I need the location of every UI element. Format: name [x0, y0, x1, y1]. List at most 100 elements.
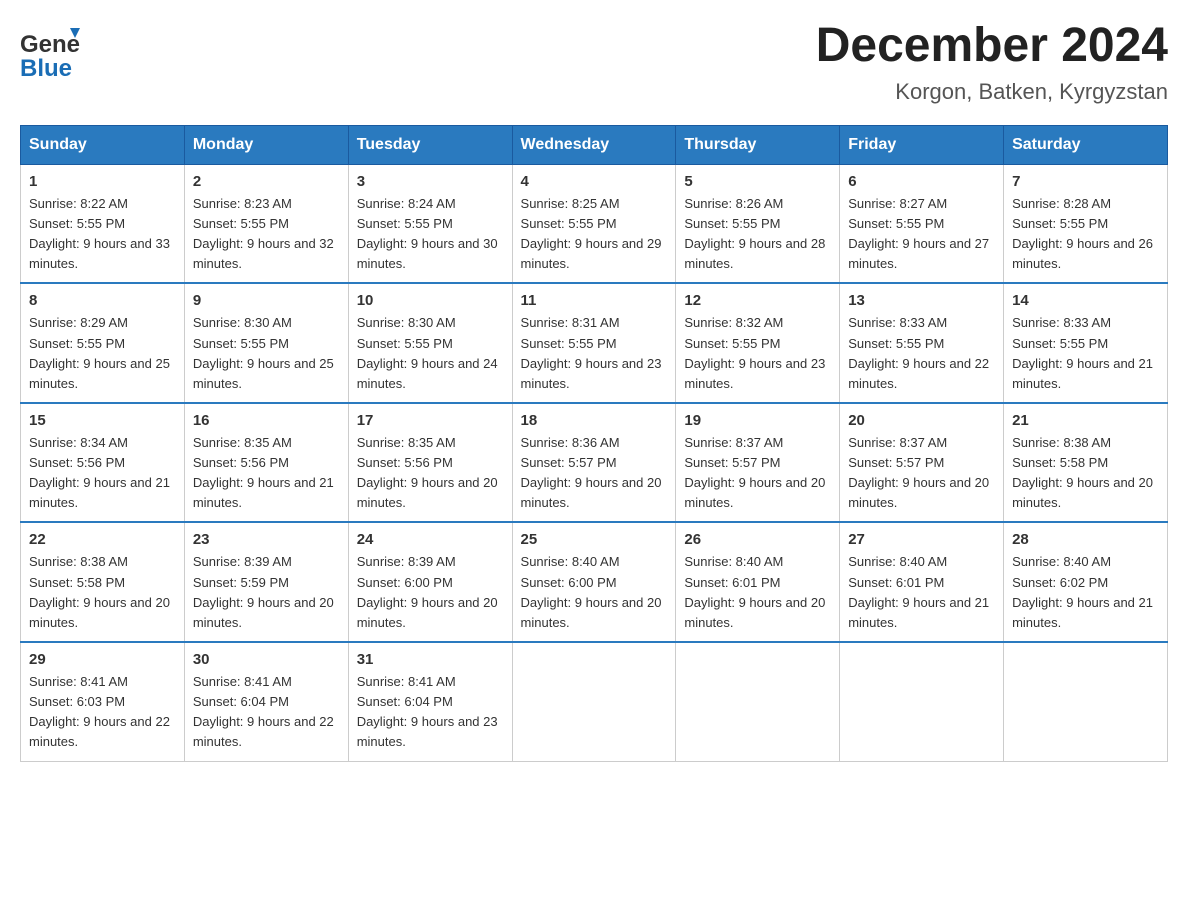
day-number: 30 [193, 651, 340, 668]
weekday-header-tuesday: Tuesday [348, 125, 512, 164]
calendar-cell: 3 Sunrise: 8:24 AM Sunset: 5:55 PM Dayli… [348, 164, 512, 283]
day-number: 8 [29, 292, 176, 309]
day-info: Sunrise: 8:31 AM Sunset: 5:55 PM Dayligh… [521, 313, 668, 394]
day-number: 28 [1012, 531, 1159, 548]
calendar-cell [512, 642, 676, 761]
day-number: 13 [848, 292, 995, 309]
calendar-cell: 24 Sunrise: 8:39 AM Sunset: 6:00 PM Dayl… [348, 522, 512, 642]
day-number: 23 [193, 531, 340, 548]
day-number: 6 [848, 173, 995, 190]
calendar-cell: 19 Sunrise: 8:37 AM Sunset: 5:57 PM Dayl… [676, 403, 840, 523]
week-row-4: 22 Sunrise: 8:38 AM Sunset: 5:58 PM Dayl… [21, 522, 1168, 642]
day-info: Sunrise: 8:33 AM Sunset: 5:55 PM Dayligh… [848, 313, 995, 394]
day-info: Sunrise: 8:29 AM Sunset: 5:55 PM Dayligh… [29, 313, 176, 394]
day-info: Sunrise: 8:32 AM Sunset: 5:55 PM Dayligh… [684, 313, 831, 394]
day-number: 31 [357, 651, 504, 668]
title-section: December 2024 Korgon, Batken, Kyrgyzstan [816, 20, 1168, 105]
weekday-header-thursday: Thursday [676, 125, 840, 164]
calendar-cell [676, 642, 840, 761]
calendar-cell: 13 Sunrise: 8:33 AM Sunset: 5:55 PM Dayl… [840, 283, 1004, 403]
day-number: 1 [29, 173, 176, 190]
day-info: Sunrise: 8:30 AM Sunset: 5:55 PM Dayligh… [357, 313, 504, 394]
day-info: Sunrise: 8:41 AM Sunset: 6:03 PM Dayligh… [29, 672, 176, 753]
calendar-cell: 15 Sunrise: 8:34 AM Sunset: 5:56 PM Dayl… [21, 403, 185, 523]
calendar-cell: 11 Sunrise: 8:31 AM Sunset: 5:55 PM Dayl… [512, 283, 676, 403]
calendar-cell: 12 Sunrise: 8:32 AM Sunset: 5:55 PM Dayl… [676, 283, 840, 403]
day-info: Sunrise: 8:23 AM Sunset: 5:55 PM Dayligh… [193, 194, 340, 275]
logo: General Blue [20, 20, 80, 90]
day-number: 3 [357, 173, 504, 190]
calendar-cell: 23 Sunrise: 8:39 AM Sunset: 5:59 PM Dayl… [184, 522, 348, 642]
week-row-5: 29 Sunrise: 8:41 AM Sunset: 6:03 PM Dayl… [21, 642, 1168, 761]
calendar-cell: 4 Sunrise: 8:25 AM Sunset: 5:55 PM Dayli… [512, 164, 676, 283]
svg-text:General: General [20, 31, 80, 58]
calendar-cell: 21 Sunrise: 8:38 AM Sunset: 5:58 PM Dayl… [1004, 403, 1168, 523]
day-number: 27 [848, 531, 995, 548]
calendar-cell: 18 Sunrise: 8:36 AM Sunset: 5:57 PM Dayl… [512, 403, 676, 523]
day-number: 29 [29, 651, 176, 668]
week-row-2: 8 Sunrise: 8:29 AM Sunset: 5:55 PM Dayli… [21, 283, 1168, 403]
week-row-1: 1 Sunrise: 8:22 AM Sunset: 5:55 PM Dayli… [21, 164, 1168, 283]
day-info: Sunrise: 8:35 AM Sunset: 5:56 PM Dayligh… [357, 433, 504, 514]
day-info: Sunrise: 8:34 AM Sunset: 5:56 PM Dayligh… [29, 433, 176, 514]
day-number: 11 [521, 292, 668, 309]
day-number: 2 [193, 173, 340, 190]
day-info: Sunrise: 8:24 AM Sunset: 5:55 PM Dayligh… [357, 194, 504, 275]
day-number: 12 [684, 292, 831, 309]
day-info: Sunrise: 8:41 AM Sunset: 6:04 PM Dayligh… [193, 672, 340, 753]
day-info: Sunrise: 8:37 AM Sunset: 5:57 PM Dayligh… [684, 433, 831, 514]
day-number: 22 [29, 531, 176, 548]
day-info: Sunrise: 8:27 AM Sunset: 5:55 PM Dayligh… [848, 194, 995, 275]
day-info: Sunrise: 8:39 AM Sunset: 5:59 PM Dayligh… [193, 552, 340, 633]
calendar-cell: 6 Sunrise: 8:27 AM Sunset: 5:55 PM Dayli… [840, 164, 1004, 283]
logo-mark: General Blue [20, 20, 80, 90]
day-info: Sunrise: 8:40 AM Sunset: 6:01 PM Dayligh… [684, 552, 831, 633]
calendar-cell: 14 Sunrise: 8:33 AM Sunset: 5:55 PM Dayl… [1004, 283, 1168, 403]
page-header: General Blue December 2024 Korgon, Batke… [20, 20, 1168, 105]
weekday-header-saturday: Saturday [1004, 125, 1168, 164]
calendar-cell [840, 642, 1004, 761]
day-number: 17 [357, 412, 504, 429]
day-number: 14 [1012, 292, 1159, 309]
day-info: Sunrise: 8:37 AM Sunset: 5:57 PM Dayligh… [848, 433, 995, 514]
calendar-cell: 29 Sunrise: 8:41 AM Sunset: 6:03 PM Dayl… [21, 642, 185, 761]
calendar-cell: 9 Sunrise: 8:30 AM Sunset: 5:55 PM Dayli… [184, 283, 348, 403]
day-number: 26 [684, 531, 831, 548]
day-info: Sunrise: 8:38 AM Sunset: 5:58 PM Dayligh… [1012, 433, 1159, 514]
day-info: Sunrise: 8:40 AM Sunset: 6:01 PM Dayligh… [848, 552, 995, 633]
day-info: Sunrise: 8:30 AM Sunset: 5:55 PM Dayligh… [193, 313, 340, 394]
day-info: Sunrise: 8:33 AM Sunset: 5:55 PM Dayligh… [1012, 313, 1159, 394]
day-info: Sunrise: 8:22 AM Sunset: 5:55 PM Dayligh… [29, 194, 176, 275]
calendar-cell: 20 Sunrise: 8:37 AM Sunset: 5:57 PM Dayl… [840, 403, 1004, 523]
day-info: Sunrise: 8:39 AM Sunset: 6:00 PM Dayligh… [357, 552, 504, 633]
day-info: Sunrise: 8:41 AM Sunset: 6:04 PM Dayligh… [357, 672, 504, 753]
day-number: 16 [193, 412, 340, 429]
weekday-header-sunday: Sunday [21, 125, 185, 164]
calendar-cell: 1 Sunrise: 8:22 AM Sunset: 5:55 PM Dayli… [21, 164, 185, 283]
day-number: 18 [521, 412, 668, 429]
day-number: 20 [848, 412, 995, 429]
day-number: 5 [684, 173, 831, 190]
day-number: 10 [357, 292, 504, 309]
day-info: Sunrise: 8:40 AM Sunset: 6:00 PM Dayligh… [521, 552, 668, 633]
week-row-3: 15 Sunrise: 8:34 AM Sunset: 5:56 PM Dayl… [21, 403, 1168, 523]
day-number: 24 [357, 531, 504, 548]
calendar-cell: 22 Sunrise: 8:38 AM Sunset: 5:58 PM Dayl… [21, 522, 185, 642]
svg-text:Blue: Blue [20, 55, 72, 82]
weekday-header-monday: Monday [184, 125, 348, 164]
day-info: Sunrise: 8:28 AM Sunset: 5:55 PM Dayligh… [1012, 194, 1159, 275]
calendar-cell: 26 Sunrise: 8:40 AM Sunset: 6:01 PM Dayl… [676, 522, 840, 642]
location: Korgon, Batken, Kyrgyzstan [816, 79, 1168, 105]
day-info: Sunrise: 8:26 AM Sunset: 5:55 PM Dayligh… [684, 194, 831, 275]
calendar-cell: 27 Sunrise: 8:40 AM Sunset: 6:01 PM Dayl… [840, 522, 1004, 642]
day-number: 15 [29, 412, 176, 429]
calendar-cell: 8 Sunrise: 8:29 AM Sunset: 5:55 PM Dayli… [21, 283, 185, 403]
calendar-cell: 25 Sunrise: 8:40 AM Sunset: 6:00 PM Dayl… [512, 522, 676, 642]
day-info: Sunrise: 8:38 AM Sunset: 5:58 PM Dayligh… [29, 552, 176, 633]
calendar-cell: 16 Sunrise: 8:35 AM Sunset: 5:56 PM Dayl… [184, 403, 348, 523]
calendar-cell: 31 Sunrise: 8:41 AM Sunset: 6:04 PM Dayl… [348, 642, 512, 761]
weekday-header-friday: Friday [840, 125, 1004, 164]
calendar-cell: 10 Sunrise: 8:30 AM Sunset: 5:55 PM Dayl… [348, 283, 512, 403]
day-info: Sunrise: 8:36 AM Sunset: 5:57 PM Dayligh… [521, 433, 668, 514]
weekday-header-wednesday: Wednesday [512, 125, 676, 164]
